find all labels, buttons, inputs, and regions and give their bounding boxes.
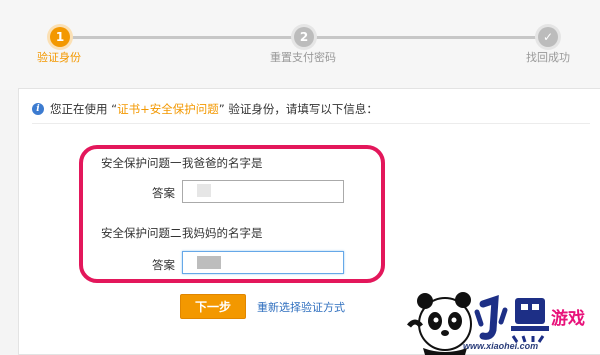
question-2-text: 我妈妈的名字是 bbox=[182, 226, 263, 240]
divider bbox=[32, 123, 590, 124]
watermark-url: www.xiaohei.com bbox=[463, 341, 539, 351]
question-1-label: 安全保护问题一 bbox=[101, 156, 182, 170]
panda-mascot-icon bbox=[407, 292, 472, 355]
reselect-method-link[interactable]: 重新选择验证方式 bbox=[257, 299, 345, 315]
redacted-answer-2 bbox=[197, 256, 221, 269]
redacted-answer-1 bbox=[197, 184, 211, 197]
info-icon: i bbox=[32, 103, 44, 115]
question-1-text: 我爸爸的名字是 bbox=[182, 156, 263, 170]
step-1-label: 验证身份 bbox=[37, 51, 81, 64]
brand-wordmark-icon: 游戏 bbox=[474, 295, 585, 343]
answer-1-label: 答案 bbox=[152, 186, 175, 200]
next-step-button[interactable]: 下一步 bbox=[180, 294, 246, 319]
notice-suffix: ” 验证身份，请填写以下信息： bbox=[218, 102, 378, 116]
svg-text:游戏: 游戏 bbox=[551, 308, 585, 329]
step-1-indicator: 1 bbox=[50, 27, 70, 47]
answer-2-label: 答案 bbox=[152, 258, 175, 272]
verification-method: 证书+安全保护问题 bbox=[117, 102, 219, 116]
step-connector bbox=[60, 36, 304, 39]
verification-notice: i 您正在使用 “ 证书+安全保护问题 ” 验证身份，请填写以下信息： bbox=[32, 101, 378, 117]
notice-prefix: 您正在使用 “ bbox=[50, 102, 118, 116]
progress-stepper: 1 验证身份 2 重置支付密码 ✓ 找回成功 bbox=[0, 0, 600, 90]
step-2-indicator: 2 bbox=[294, 27, 314, 47]
checkmark-icon: ✓ bbox=[538, 27, 558, 47]
step-2-label: 重置支付密码 bbox=[270, 51, 336, 64]
step-connector bbox=[304, 36, 548, 39]
step-3-label: 找回成功 bbox=[526, 51, 570, 64]
question-2-label: 安全保护问题二 bbox=[101, 226, 182, 240]
